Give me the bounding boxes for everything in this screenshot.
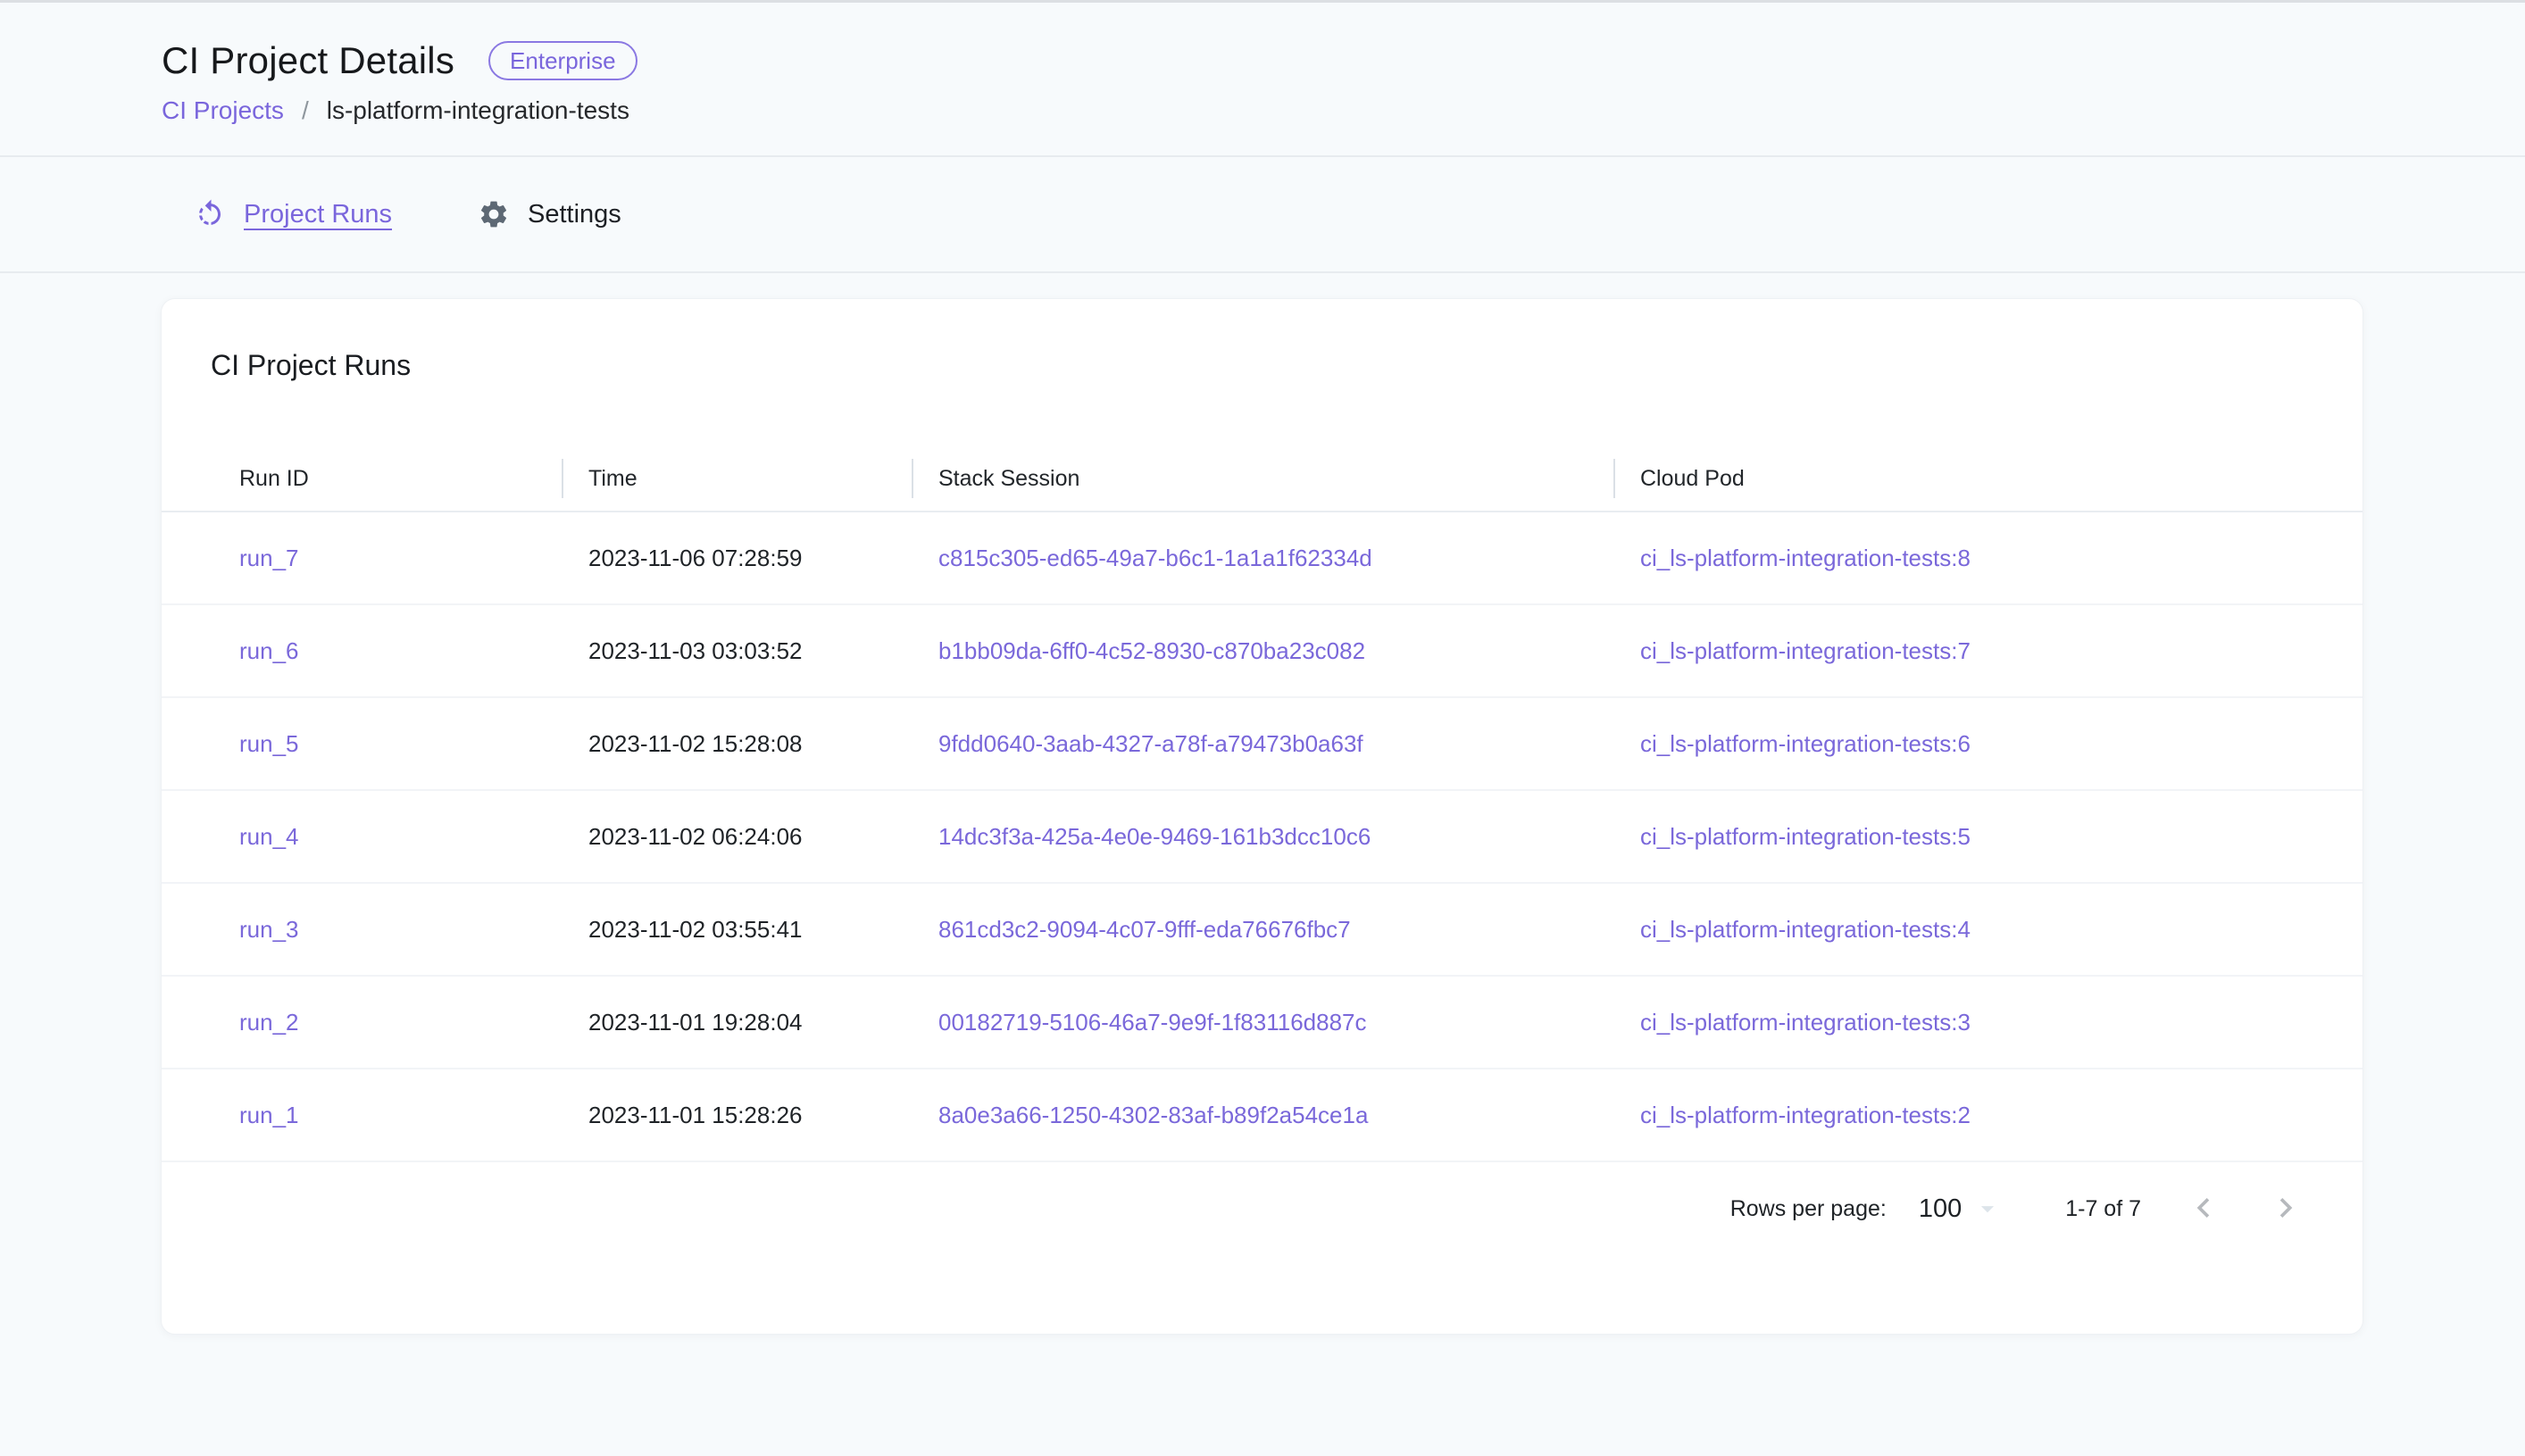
enterprise-badge: Enterprise	[488, 41, 638, 80]
run-time: 2023-11-02 03:55:41	[588, 916, 803, 943]
column-header-cloud-pod[interactable]: Cloud Pod	[1613, 446, 2362, 511]
table-body: run_7 2023-11-06 07:28:59 c815c305-ed65-…	[162, 512, 2362, 1162]
history-icon	[194, 198, 226, 230]
table-row: run_6 2023-11-03 03:03:52 b1bb09da-6ff0-…	[162, 605, 2362, 698]
cloud-pod-link[interactable]: ci_ls-platform-integration-tests:8	[1640, 545, 1971, 571]
run-id-link[interactable]: run_5	[239, 730, 299, 757]
run-id-link[interactable]: run_2	[239, 1009, 299, 1036]
tab-project-runs-label: Project Runs	[244, 200, 392, 229]
table-header-row: Run ID Time Stack Session Cloud Pod	[162, 446, 2362, 512]
table-row: run_1 2023-11-01 15:28:26 8a0e3a66-1250-…	[162, 1069, 2362, 1162]
column-header-stack-session[interactable]: Stack Session	[912, 446, 1613, 511]
card-title: CI Project Runs	[162, 299, 2362, 382]
title-row: CI Project Details Enterprise	[162, 39, 2525, 82]
run-time: 2023-11-03 03:03:52	[588, 637, 803, 664]
gear-icon	[478, 198, 510, 230]
cloud-pod-link[interactable]: ci_ls-platform-integration-tests:5	[1640, 823, 1971, 850]
run-time: 2023-11-06 07:28:59	[588, 545, 803, 571]
breadcrumb-parent-link[interactable]: CI Projects	[162, 96, 284, 125]
tab-settings-label: Settings	[528, 200, 621, 229]
stack-session-link[interactable]: 9fdd0640-3aab-4327-a78f-a79473b0a63f	[938, 730, 1363, 757]
previous-page-button[interactable]	[2184, 1188, 2223, 1230]
cloud-pod-link[interactable]: ci_ls-platform-integration-tests:6	[1640, 730, 1971, 757]
dropdown-arrow-icon	[1962, 1194, 2003, 1224]
stack-session-link[interactable]: 861cd3c2-9094-4c07-9fff-eda76676fbc7	[938, 916, 1351, 943]
table-row: run_7 2023-11-06 07:28:59 c815c305-ed65-…	[162, 512, 2362, 605]
run-id-link[interactable]: run_1	[239, 1102, 299, 1128]
run-time: 2023-11-01 19:28:04	[588, 1009, 803, 1036]
cloud-pod-link[interactable]: ci_ls-platform-integration-tests:3	[1640, 1009, 1971, 1036]
table-row: run_3 2023-11-02 03:55:41 861cd3c2-9094-…	[162, 884, 2362, 977]
card-bottom-padding	[162, 1255, 2362, 1334]
table-pagination: Rows per page: 100 1-7 of 7	[162, 1162, 2362, 1255]
rows-per-page-select[interactable]: 100	[1919, 1194, 2003, 1224]
run-time: 2023-11-01 15:28:26	[588, 1102, 803, 1128]
run-time: 2023-11-02 06:24:06	[588, 823, 803, 850]
run-id-link[interactable]: run_6	[239, 637, 299, 664]
cloud-pod-link[interactable]: ci_ls-platform-integration-tests:2	[1640, 1102, 1971, 1128]
stack-session-link[interactable]: b1bb09da-6ff0-4c52-8930-c870ba23c082	[938, 637, 1365, 664]
breadcrumb-separator: /	[302, 96, 309, 125]
next-page-button[interactable]	[2266, 1188, 2305, 1230]
tab-project-runs[interactable]: Project Runs	[194, 198, 392, 230]
ci-project-runs-card: CI Project Runs Run ID Time Stack Sessio…	[161, 298, 2363, 1335]
tab-bar: Project Runs Settings	[0, 157, 2525, 273]
table-row: run_4 2023-11-02 06:24:06 14dc3f3a-425a-…	[162, 791, 2362, 884]
run-id-link[interactable]: run_4	[239, 823, 299, 850]
page-header: CI Project Details Enterprise CI Project…	[0, 3, 2525, 157]
rows-per-page-value: 100	[1919, 1194, 1962, 1224]
cloud-pod-link[interactable]: ci_ls-platform-integration-tests:7	[1640, 637, 1971, 664]
chevron-right-icon	[2266, 1188, 2305, 1230]
column-header-run-id[interactable]: Run ID	[162, 446, 562, 511]
run-id-link[interactable]: run_3	[239, 916, 299, 943]
breadcrumb-current: ls-platform-integration-tests	[327, 96, 629, 125]
chevron-left-icon	[2184, 1188, 2223, 1230]
stack-session-link[interactable]: 00182719-5106-46a7-9e9f-1f83116d887c	[938, 1009, 1367, 1036]
breadcrumb: CI Projects / ls-platform-integration-te…	[162, 96, 2525, 125]
pagination-range-label: 1-7 of 7	[2065, 1196, 2141, 1222]
table-row: run_2 2023-11-01 19:28:04 00182719-5106-…	[162, 977, 2362, 1069]
tab-settings[interactable]: Settings	[478, 198, 621, 230]
column-header-time[interactable]: Time	[562, 446, 912, 511]
run-id-link[interactable]: run_7	[239, 545, 299, 571]
stack-session-link[interactable]: 8a0e3a66-1250-4302-83af-b89f2a54ce1a	[938, 1102, 1368, 1128]
cloud-pod-link[interactable]: ci_ls-platform-integration-tests:4	[1640, 916, 1971, 943]
stack-session-link[interactable]: c815c305-ed65-49a7-b6c1-1a1a1f62334d	[938, 545, 1372, 571]
page-title: CI Project Details	[162, 39, 454, 82]
run-time: 2023-11-02 15:28:08	[588, 730, 803, 757]
rows-per-page-label: Rows per page:	[1730, 1196, 1887, 1222]
stack-session-link[interactable]: 14dc3f3a-425a-4e0e-9469-161b3dcc10c6	[938, 823, 1371, 850]
table-row: run_5 2023-11-02 15:28:08 9fdd0640-3aab-…	[162, 698, 2362, 791]
